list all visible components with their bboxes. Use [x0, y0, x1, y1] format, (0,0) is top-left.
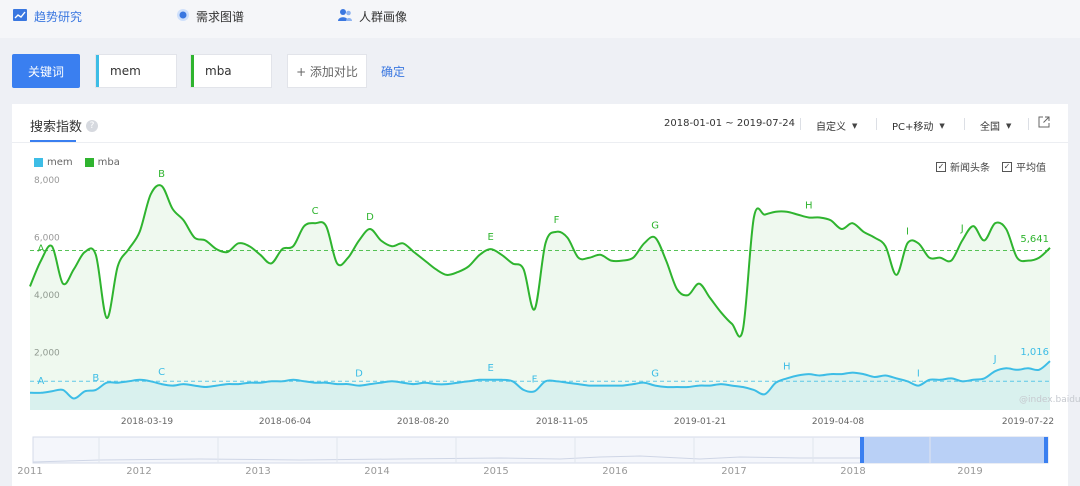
caret-down-icon: ▼ — [1006, 121, 1012, 130]
timeline-year-label: 2011 — [17, 466, 42, 477]
add-compare-button[interactable]: + 添加对比 — [287, 54, 367, 88]
timeline-year-label: 2016 — [602, 466, 627, 477]
divider — [800, 118, 801, 130]
timeline-year-label: 2015 — [483, 466, 508, 477]
divider — [964, 118, 965, 130]
keyword-color-bar — [96, 55, 99, 87]
timeline-year-label: 2017 — [721, 466, 746, 477]
timeline-selection[interactable] — [862, 437, 1048, 463]
keyword-value: mba — [205, 64, 232, 78]
checkbox-checked-icon: ✓ — [1002, 161, 1012, 172]
divider — [1028, 118, 1029, 130]
legend-swatch-mba — [84, 158, 94, 167]
region-dropdown[interactable]: 全国 ▼ — [980, 118, 1012, 134]
timeline-slider[interactable]: 2011 2012 2013 2014 2015 2016 2017 2018 2019 — [0, 426, 1080, 486]
news-checkbox-label: 新闻头条 — [950, 163, 990, 174]
custom-dropdown[interactable]: 自定义 ▼ — [816, 118, 858, 134]
chart-legend: mem mba — [34, 157, 120, 168]
legend-swatch-mem — [34, 158, 43, 167]
keyword-color-bar — [191, 55, 194, 87]
custom-label: 自定义 — [816, 122, 846, 133]
tab-label: 需求图谱 — [196, 10, 245, 24]
tab-label: 人群画像 — [359, 10, 408, 24]
confirm-button[interactable]: 确定 — [381, 63, 405, 80]
keyword-toolbar: 关键词 mem mba + 添加对比 确定 — [0, 54, 1080, 88]
panel-divider — [12, 142, 1068, 143]
keyword-value: mem — [110, 64, 141, 78]
keyword-input-mba[interactable]: mba — [190, 54, 272, 88]
news-checkbox[interactable]: ✓ 新闻头条 — [936, 159, 990, 174]
keyword-button[interactable]: 关键词 — [12, 54, 80, 88]
panel-title-text: 搜索指数 — [30, 120, 83, 135]
radar-icon — [176, 8, 190, 25]
tab-demand-graph[interactable]: 需求图谱 — [176, 8, 244, 25]
average-checkbox-label: 平均值 — [1016, 163, 1046, 174]
top-tab-bar: 趋势研究 需求图谱 人群画像 — [0, 0, 1080, 38]
device-dropdown[interactable]: PC+移动 ▼ — [892, 118, 945, 134]
device-label: PC+移动 — [892, 122, 934, 133]
keyword-input-mem[interactable]: mem — [95, 54, 177, 88]
chart-icon — [12, 8, 28, 25]
tab-trend-research[interactable]: 趋势研究 — [12, 8, 82, 25]
legend-label-mba[interactable]: mba — [98, 157, 120, 168]
caret-down-icon: ▼ — [939, 121, 945, 130]
timeline-left-handle[interactable] — [860, 437, 864, 463]
tab-label: 趋势研究 — [34, 10, 83, 24]
tab-crowd-portrait[interactable]: 人群画像 — [337, 8, 407, 25]
timeline-year-label: 2014 — [364, 466, 389, 477]
checkbox-checked-icon: ✓ — [936, 161, 946, 172]
panel-title: 搜索指数 ? — [30, 116, 99, 135]
region-label: 全国 — [980, 122, 1000, 133]
people-icon — [337, 8, 353, 25]
help-icon[interactable]: ? — [86, 119, 99, 132]
export-icon[interactable] — [1038, 116, 1050, 128]
caret-down-icon: ▼ — [852, 121, 858, 130]
timeline-year-label: 2018 — [840, 466, 865, 477]
date-range[interactable]: 2018-01-01 ~ 2019-07-24 — [664, 118, 795, 129]
timeline-right-handle[interactable] — [1044, 437, 1048, 463]
timeline-year-label: 2013 — [245, 466, 270, 477]
timeline-year-label: 2012 — [126, 466, 151, 477]
average-checkbox[interactable]: ✓ 平均值 — [1002, 159, 1046, 174]
divider — [876, 118, 877, 130]
timeline-year-label: 2019 — [957, 466, 982, 477]
legend-label-mem[interactable]: mem — [47, 157, 73, 168]
